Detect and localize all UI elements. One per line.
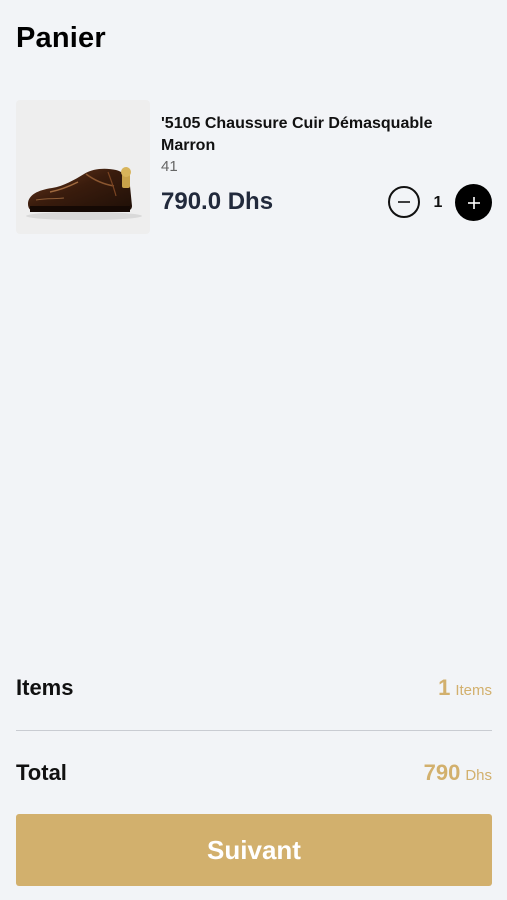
decrease-quantity-button[interactable] xyxy=(388,186,420,218)
cart-item[interactable]: '5105 Chaussure Cuir Démasquable Marron … xyxy=(16,100,492,235)
product-name: '5105 Chaussure Cuir Démasquable Marron xyxy=(161,115,433,154)
page-title: Panier xyxy=(16,22,106,54)
items-label: Items xyxy=(16,675,74,700)
product-size: 41 xyxy=(161,158,178,175)
product-price: 790.0 Dhs xyxy=(161,188,274,215)
minus-icon xyxy=(398,201,410,203)
next-button[interactable]: Suivant xyxy=(16,814,492,886)
plus-icon xyxy=(467,196,480,209)
shoe-image-icon xyxy=(26,167,142,220)
items-summary-row: Items 1 Items xyxy=(16,668,492,708)
product-image[interactable] xyxy=(16,100,150,234)
items-unit: Items xyxy=(455,682,492,699)
items-count-value: 1 Items xyxy=(438,668,492,711)
total-currency: Dhs xyxy=(465,767,492,784)
total-label: Total xyxy=(16,760,67,785)
total-summary-row: Total 790 Dhs xyxy=(16,753,492,793)
summary-divider xyxy=(16,730,492,731)
items-count: 1 xyxy=(438,675,451,700)
quantity-stepper[interactable]: 1 xyxy=(388,184,492,221)
total-amount: 790 xyxy=(423,760,461,785)
increase-quantity-button[interactable] xyxy=(455,184,492,221)
quantity-value: 1 xyxy=(433,194,443,211)
total-value: 790 Dhs xyxy=(424,753,492,796)
